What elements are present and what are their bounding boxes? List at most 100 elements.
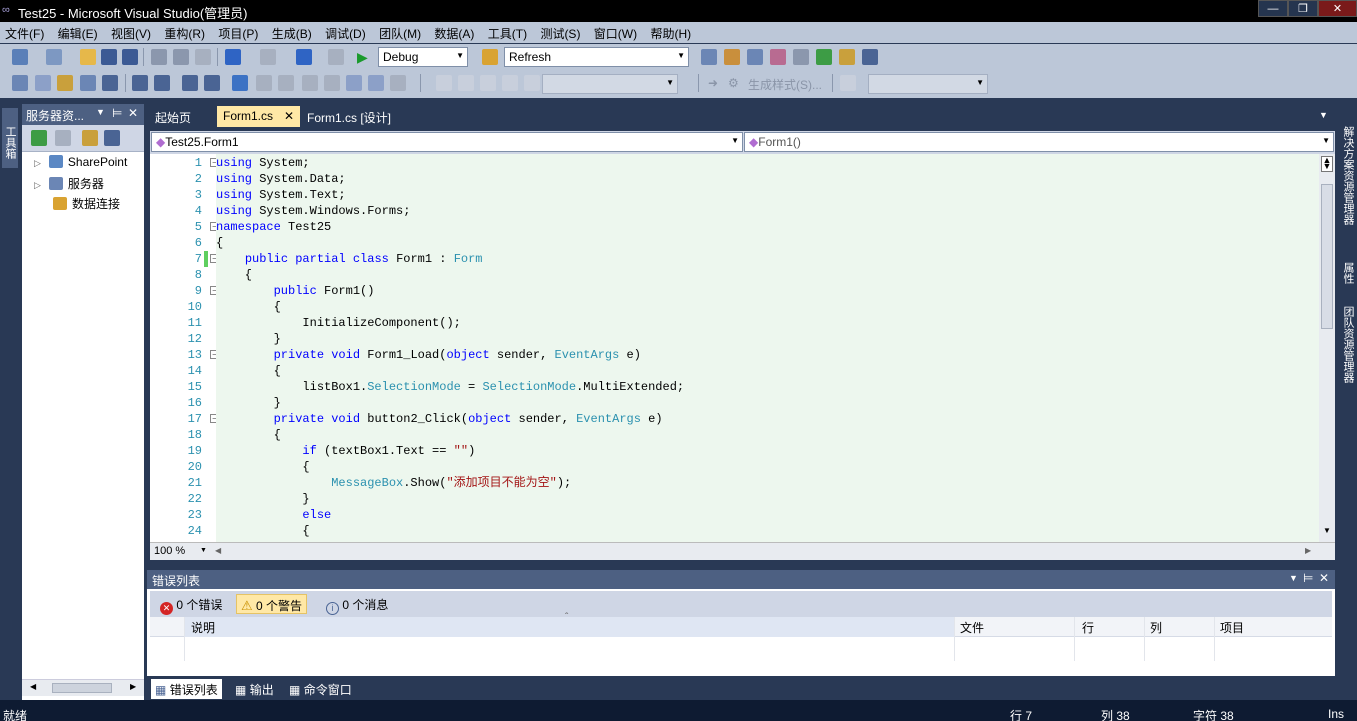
scroll-down-icon[interactable]: ▼ <box>1323 526 1331 535</box>
menu-view[interactable]: 视图(V) <box>106 22 156 42</box>
code-line[interactable]: using System; <box>216 155 310 171</box>
code-line[interactable]: MessageBox.Show("添加项目不能为空"); <box>216 475 571 491</box>
menu-file[interactable]: 文件(F) <box>0 22 49 42</box>
tab-form1-cs[interactable]: Form1.cs ✕ <box>217 106 300 127</box>
tab-start-page[interactable]: 起始页 <box>149 106 197 127</box>
quick-info-icon[interactable] <box>57 75 73 91</box>
start-page-icon[interactable] <box>816 49 832 65</box>
block-icon[interactable] <box>524 75 540 91</box>
uncomment-icon[interactable] <box>204 75 220 91</box>
class-combo[interactable]: ◆Test25.Form1 ▼ <box>151 132 743 152</box>
cut-icon[interactable] <box>151 49 167 65</box>
expand-icon[interactable]: ▷ <box>34 158 41 168</box>
css-properties-icon[interactable] <box>840 75 856 91</box>
column-line[interactable]: 行 <box>1082 619 1094 636</box>
scroll-left-icon[interactable]: ◀ <box>215 546 221 555</box>
pin-icon[interactable]: ⊨ <box>1303 571 1313 585</box>
code-line[interactable]: listBox1.SelectionMode = SelectionMode.M… <box>216 379 684 395</box>
target-schema-combo[interactable]: ▼ <box>542 74 678 94</box>
close-icon[interactable]: ✕ <box>1319 571 1329 585</box>
command-window-icon[interactable] <box>862 49 878 65</box>
scroll-left-icon[interactable]: ◀ <box>30 682 36 691</box>
menu-help[interactable]: 帮助(H) <box>645 22 696 42</box>
close-button[interactable]: ✕ <box>1318 0 1357 17</box>
pin-icon[interactable]: ⊨ <box>112 106 122 120</box>
tree-item-servers[interactable]: ▷ 服务器 <box>34 175 104 192</box>
prev-bookmark-folder-icon[interactable] <box>302 75 318 91</box>
next-bookmark-icon[interactable] <box>278 75 294 91</box>
code-line[interactable]: public Form1() <box>216 283 375 299</box>
find-combo[interactable]: Refresh ▼ <box>504 47 689 67</box>
outdent-icon[interactable] <box>132 75 148 91</box>
properties-icon[interactable] <box>724 49 740 65</box>
scroll-right-icon[interactable]: ▶ <box>1305 546 1311 555</box>
start-debugging-icon[interactable]: ▶ <box>357 49 373 65</box>
code-line[interactable]: { <box>216 363 281 379</box>
code-line[interactable]: { <box>216 427 281 443</box>
close-icon[interactable]: ✕ <box>128 106 138 120</box>
undo-icon[interactable] <box>225 49 241 65</box>
code-line[interactable]: using System.Windows.Forms; <box>216 203 410 219</box>
code-line[interactable]: private void button2_Click(object sender… <box>216 411 663 427</box>
scroll-thumb[interactable] <box>52 683 112 693</box>
menu-edit[interactable]: 编辑(E) <box>53 22 103 42</box>
connect-database-icon[interactable] <box>82 130 98 146</box>
open-file-icon[interactable] <box>80 49 96 65</box>
tab-output[interactable]: ▦ 输出 <box>231 679 278 699</box>
stop-icon[interactable] <box>55 130 71 146</box>
code-line[interactable]: { <box>216 523 309 539</box>
style-application-combo[interactable]: ▼ <box>868 74 988 94</box>
code-line[interactable]: namespace Test25 <box>216 219 331 235</box>
properties-tab[interactable]: 属性 <box>1340 262 1356 284</box>
scroll-right-icon[interactable]: ▶ <box>130 682 136 691</box>
class-view-icon[interactable] <box>839 49 855 65</box>
maximize-button[interactable]: ❐ <box>1288 0 1318 17</box>
save-icon[interactable] <box>101 49 117 65</box>
prev-bookmark-document-icon[interactable] <box>346 75 362 91</box>
configuration-combo[interactable]: Debug ▼ <box>378 47 468 67</box>
minimize-button[interactable]: — <box>1258 0 1288 17</box>
vertical-scroll-thumb[interactable] <box>1321 184 1333 329</box>
menu-refactor[interactable]: 重构(R) <box>159 22 210 42</box>
horizontal-scrollbar[interactable]: ◀ ▶ <box>22 679 144 696</box>
build-style-icon[interactable]: ⚙ <box>728 75 744 91</box>
column-project[interactable]: 项目 <box>1220 619 1244 636</box>
find-in-files-icon[interactable] <box>482 49 498 65</box>
dropdown-icon[interactable]: ▼ <box>1289 573 1298 583</box>
warnings-filter-button[interactable]: ⚠ 0 个警告 <box>236 594 308 614</box>
tab-form1-design[interactable]: Form1.cs [设计] <box>301 106 397 127</box>
zoom-level[interactable]: 100 % <box>154 545 185 557</box>
code-line[interactable]: public partial class Form1 : Form <box>216 251 483 267</box>
complete-word-icon[interactable] <box>80 75 96 91</box>
code-line[interactable]: { <box>216 267 252 283</box>
comment-icon[interactable] <box>182 75 198 91</box>
add-item-icon[interactable] <box>46 49 62 65</box>
redo-icon[interactable] <box>260 49 276 65</box>
code-line[interactable]: } <box>216 491 309 507</box>
dropdown-icon[interactable]: ▼ <box>96 107 105 117</box>
build-style-label[interactable]: 生成样式(S)... <box>748 76 822 93</box>
script-icon[interactable] <box>480 75 496 91</box>
menu-team[interactable]: 团队(M) <box>374 22 426 42</box>
tree-item-sharepoint[interactable]: ▷ SharePoint <box>34 155 127 169</box>
menu-data[interactable]: 数据(A) <box>429 22 479 42</box>
navigate-forward-icon[interactable] <box>328 49 344 65</box>
errors-filter-button[interactable]: ✕ 0 个错误 <box>156 594 226 615</box>
menu-project[interactable]: 项目(P) <box>213 22 263 42</box>
object-browser-icon[interactable] <box>747 49 763 65</box>
style-arrow-icon[interactable]: ➜ <box>708 75 724 91</box>
clear-bookmarks-icon[interactable] <box>390 75 406 91</box>
code-line[interactable]: { <box>216 299 281 315</box>
tree-item-data-connections[interactable]: 数据连接 <box>53 195 120 212</box>
list-members-icon[interactable] <box>12 75 28 91</box>
code-line[interactable]: } <box>216 331 281 347</box>
column-file[interactable]: 文件 <box>960 619 984 636</box>
connect-server-icon[interactable] <box>104 130 120 146</box>
code-line[interactable]: } <box>216 395 281 411</box>
code-line[interactable]: else <box>216 507 331 523</box>
messages-filter-button[interactable]: i 0 个消息 <box>322 594 392 615</box>
refresh-icon[interactable] <box>31 130 47 146</box>
menu-test[interactable]: 测试(S) <box>535 22 585 42</box>
vertical-scrollbar[interactable]: ▲ ▼ ▼ <box>1319 154 1335 542</box>
solution-explorer-icon[interactable] <box>701 49 717 65</box>
